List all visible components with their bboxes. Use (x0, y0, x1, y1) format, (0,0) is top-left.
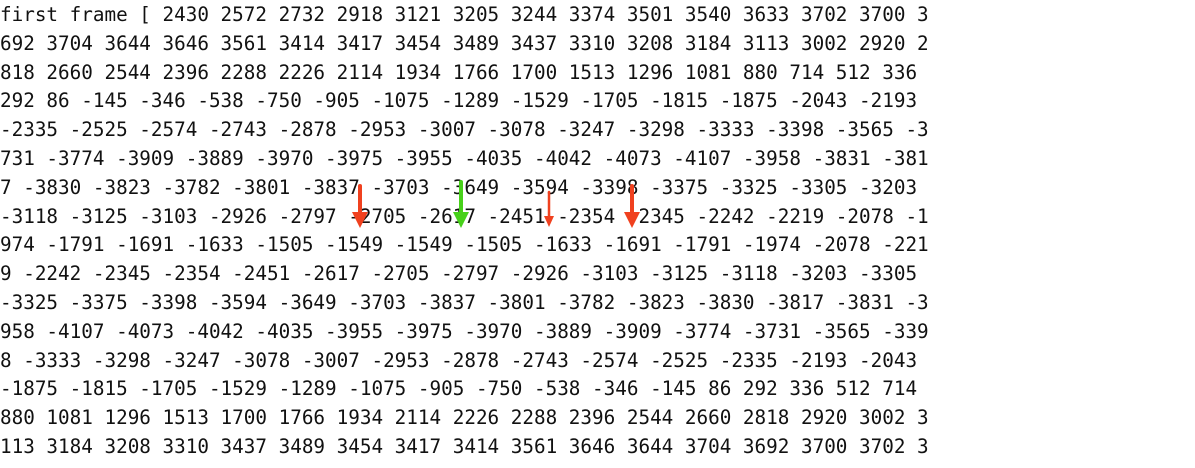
text-line-9: 974 -1791 -1691 -1633 -1505 -1549 -1549 … (0, 233, 929, 257)
text-line-1: first frame [ 2430 2572 2732 2918 3121 3… (0, 3, 929, 26)
text-line-8: -3118 -3125 -3103 -2926 -2797 -2705 -261… (0, 204, 929, 228)
text-line-2: 692 3704 3644 3646 3561 3414 3417 3454 3… (0, 31, 929, 55)
text-output-view: first frame [ 2430 2572 2732 2918 3121 3… (0, 0, 1195, 468)
text-line-15: 880 1081 1296 1513 1700 1766 1934 2114 2… (0, 406, 929, 430)
text-line-3: 818 2660 2544 2396 2288 2226 2114 1934 1… (0, 60, 918, 84)
text-line-12: 958 -4107 -4073 -4042 -4035 -3955 -3975 … (0, 319, 929, 343)
text-line-10: 9 -2242 -2345 -2354 -2451 -2617 -2705 -2… (0, 262, 918, 286)
text-line-4: 292 86 -145 -346 -538 -750 -905 -1075 -1… (0, 89, 918, 113)
text-line-11: -3325 -3375 -3398 -3594 -3649 -3703 -383… (0, 290, 929, 314)
text-line-5: -2335 -2525 -2574 -2743 -2878 -2953 -300… (0, 118, 929, 142)
text-line-14: -1875 -1815 -1705 -1529 -1289 -1075 -905… (0, 377, 918, 401)
text-line-13: 8 -3333 -3298 -3247 -3078 -3007 -2953 -2… (0, 348, 918, 372)
text-line-7: 7 -3830 -3823 -3782 -3801 -3837 -3703 -3… (0, 175, 918, 199)
text-line-6: 731 -3774 -3909 -3889 -3970 -3975 -3955 … (0, 146, 929, 170)
text-line-16: 113 3184 3208 3310 3437 3489 3454 3417 3… (0, 434, 929, 458)
